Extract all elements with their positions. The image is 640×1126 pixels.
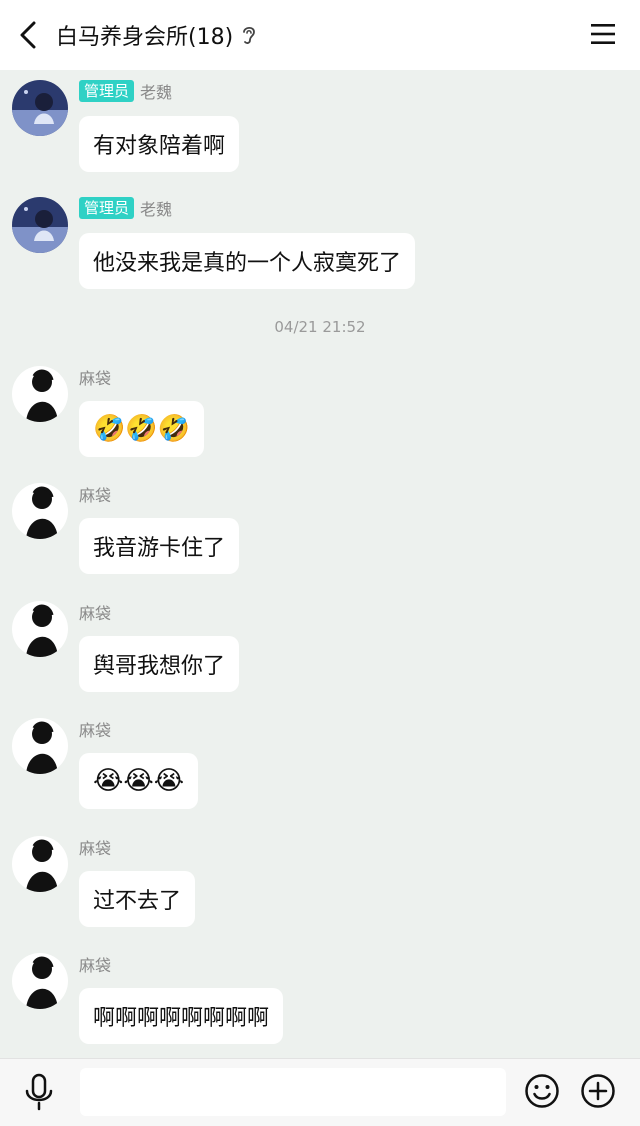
voice-button[interactable] xyxy=(22,1073,56,1111)
smiley-icon xyxy=(525,1074,559,1108)
sender-name: 麻袋 xyxy=(79,721,112,740)
message-bubble[interactable]: 我音游卡住了 xyxy=(79,518,240,574)
emoji-button[interactable] xyxy=(524,1073,560,1109)
sender-name: 麻袋 xyxy=(79,486,112,505)
plus-circle-icon xyxy=(581,1074,615,1108)
timestamp: 04/21 21:52 xyxy=(274,318,366,336)
message-bubble[interactable]: 😭😭😭 xyxy=(79,753,199,809)
sender-name: 麻袋 xyxy=(79,369,112,388)
anime-girl-avatar[interactable] xyxy=(12,197,68,253)
more-button[interactable] xyxy=(580,1073,616,1109)
message-bubble[interactable]: 有对象陪着啊 xyxy=(79,116,240,172)
admin-badge: 管理员 xyxy=(79,80,135,102)
sender-name: 老魏 xyxy=(140,83,173,102)
group-title: 白马养身会所(18) xyxy=(56,25,234,50)
dark-silhouette-avatar[interactable] xyxy=(12,601,68,657)
ear-icon xyxy=(241,24,259,46)
menu-button[interactable] xyxy=(590,22,616,46)
sender-name: 麻袋 xyxy=(79,839,112,858)
dark-silhouette-avatar[interactable] xyxy=(12,366,68,422)
message-bubble[interactable]: 啊啊啊啊啊啊啊啊 xyxy=(79,988,284,1044)
dark-silhouette-avatar[interactable] xyxy=(12,483,68,539)
message-bubble[interactable]: 🤣🤣🤣 xyxy=(79,401,205,457)
chevron-left-icon xyxy=(20,21,36,49)
message-bubble[interactable]: 他没来我是真的一个人寂寞死了 xyxy=(79,233,416,289)
chat-header: 白马养身会所(18) xyxy=(0,0,640,70)
chat-area[interactable]: 管理员 老魏 有对象陪着啊 管理员 老魏 他没来我是真的一个人寂寞死了 04/2… xyxy=(0,70,640,1058)
admin-badge: 管理员 xyxy=(79,197,135,219)
message-bubble[interactable]: 过不去了 xyxy=(79,871,196,927)
dark-silhouette-avatar[interactable] xyxy=(12,953,68,1009)
anime-girl-avatar[interactable] xyxy=(12,80,68,136)
message-input[interactable] xyxy=(80,1068,506,1116)
dark-silhouette-avatar[interactable] xyxy=(12,836,68,892)
sender-name: 老魏 xyxy=(140,200,173,219)
microphone-icon xyxy=(25,1073,53,1111)
dark-silhouette-avatar[interactable] xyxy=(12,718,68,774)
back-button[interactable] xyxy=(14,20,42,50)
sender-name: 麻袋 xyxy=(79,956,112,975)
hamburger-menu-icon xyxy=(591,24,615,44)
sender-name: 麻袋 xyxy=(79,604,112,623)
message-bubble[interactable]: 舆哥我想你了 xyxy=(79,636,240,692)
input-bar xyxy=(0,1058,640,1126)
